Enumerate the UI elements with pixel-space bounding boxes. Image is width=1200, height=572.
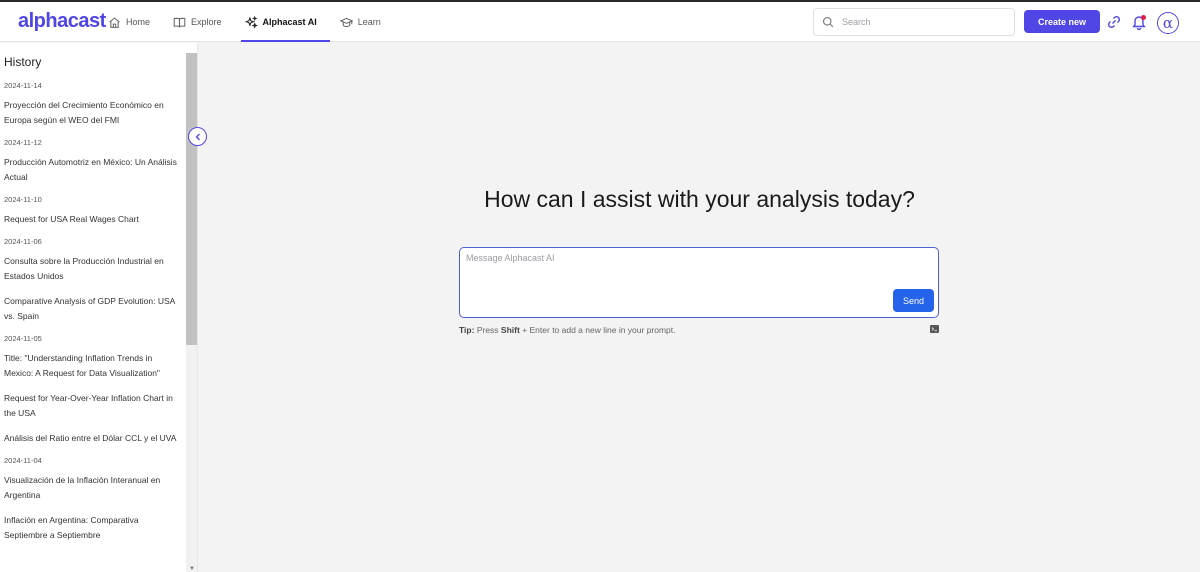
- home-icon: [109, 16, 120, 28]
- history-item[interactable]: Title: "Understanding Inflation Trends i…: [4, 351, 180, 381]
- collapse-sidebar-button[interactable]: [188, 127, 207, 146]
- history-item[interactable]: Visualización de la Inflación Interanual…: [4, 473, 180, 503]
- nav-explore[interactable]: Explore: [173, 2, 233, 42]
- tip-pre: Press: [476, 325, 499, 335]
- sidebar-scrollbar-thumb[interactable]: [186, 53, 197, 345]
- book-icon: [173, 17, 186, 27]
- prompt-box[interactable]: Send: [459, 247, 939, 318]
- main-nav: Home Explore Alphacast AI Learn: [108, 2, 404, 42]
- search-box[interactable]: [813, 8, 1015, 36]
- notification-dot: [1141, 15, 1146, 20]
- nav-learn[interactable]: Learn: [339, 2, 392, 42]
- history-item[interactable]: Request for Year-Over-Year Inflation Cha…: [4, 391, 180, 421]
- nav-home[interactable]: Home: [108, 2, 161, 42]
- history-date: 2024-11-12: [4, 138, 42, 147]
- history-item[interactable]: Producción Automotriz en México: Un Anál…: [4, 155, 180, 185]
- nav-home-label: Home: [126, 17, 151, 27]
- search-input[interactable]: [842, 17, 1002, 27]
- tip-post: + Enter to add a new line in your prompt…: [522, 325, 676, 335]
- graduation-cap-icon: [339, 17, 353, 27]
- send-button[interactable]: Send: [893, 289, 934, 312]
- avatar[interactable]: α: [1157, 12, 1179, 34]
- history-item[interactable]: Análisis del Ratio entre el Dólar CCL y …: [4, 431, 180, 446]
- history-item[interactable]: Comparative Analysis of GDP Evolution: U…: [4, 294, 180, 324]
- nav-explore-label: Explore: [191, 17, 222, 27]
- history-title: History: [4, 55, 42, 69]
- history-list: 2024-11-14 Proyección del Crecimiento Ec…: [4, 81, 180, 553]
- terminal-icon[interactable]: [930, 325, 939, 333]
- history-date: 2024-11-10: [4, 195, 42, 204]
- tip-label: Tip:: [459, 325, 475, 335]
- nav-alphacast-ai[interactable]: Alphacast AI: [240, 2, 330, 42]
- link-icon[interactable]: [1106, 14, 1122, 30]
- sparkles-icon: [244, 15, 258, 29]
- prompt-tip: Tip: Press Shift + Enter to add a new li…: [459, 325, 676, 335]
- scroll-down-arrow-icon[interactable]: ▼: [188, 566, 196, 572]
- history-date: 2024-11-04: [4, 456, 42, 465]
- main-content: How can I assist with your analysis toda…: [199, 43, 1200, 572]
- chevron-left-icon: [195, 133, 200, 140]
- history-sidebar: History 2024-11-14 Proyección del Crecim…: [0, 43, 198, 572]
- history-date: 2024-11-06: [4, 237, 42, 246]
- history-item[interactable]: Proyección del Crecimiento Económico en …: [4, 98, 180, 128]
- alphacast-logo[interactable]: alphacast: [18, 10, 106, 33]
- history-date: 2024-11-14: [4, 81, 42, 90]
- history-item[interactable]: Request for USA Real Wages Chart: [4, 212, 180, 227]
- history-date: 2024-11-05: [4, 334, 42, 343]
- nav-learn-label: Learn: [357, 17, 381, 27]
- search-icon: [822, 16, 834, 28]
- page-title: How can I assist with your analysis toda…: [484, 186, 915, 212]
- tip-key: Shift: [500, 325, 520, 335]
- top-navbar: alphacast Home Explore Alphacast AI Lear…: [0, 2, 1200, 42]
- nav-alphacast-ai-label: Alphacast AI: [262, 17, 317, 27]
- create-new-button[interactable]: Create new: [1024, 10, 1100, 33]
- prompt-input[interactable]: [466, 253, 886, 293]
- history-item[interactable]: Consulta sobre la Producción Industrial …: [4, 254, 180, 284]
- history-item[interactable]: Inflación en Argentina: Comparativa Sept…: [4, 513, 180, 543]
